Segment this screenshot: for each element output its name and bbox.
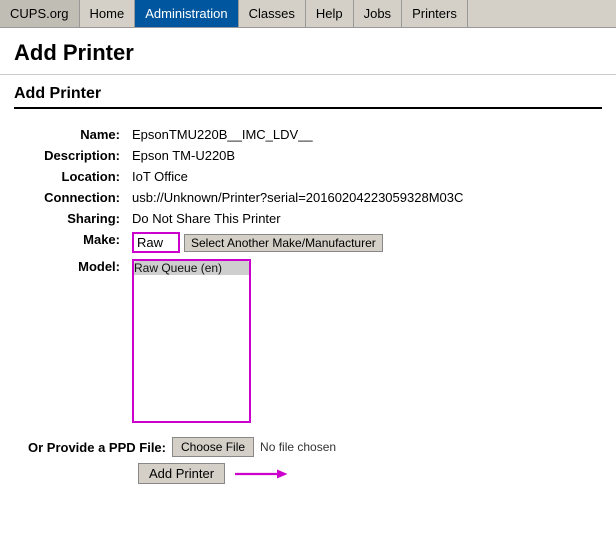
description-value: Epson TM-U220B [128, 146, 600, 165]
make-cell: Select Another Make/Manufacturer [128, 230, 600, 255]
sharing-value: Do Not Share This Printer [128, 209, 600, 228]
sharing-row: Sharing: Do Not Share This Printer [16, 209, 600, 228]
name-label: Name: [16, 125, 126, 144]
add-printer-section: Add Printer Name: EpsonTMU220B__IMC_LDV_… [0, 75, 616, 500]
name-value: EpsonTMU220B__IMC_LDV__ [128, 125, 600, 144]
nav-item-administration[interactable]: Administration [135, 0, 238, 27]
main-nav: CUPS.org Home Administration Classes Hel… [0, 0, 616, 28]
location-value: IoT Office [128, 167, 600, 186]
model-option[interactable]: Raw Queue (en) [134, 261, 249, 275]
make-row: Make: Select Another Make/Manufacturer [16, 230, 600, 255]
connection-value: usb://Unknown/Printer?serial=20160204223… [128, 188, 600, 207]
printer-form-table: Name: EpsonTMU220B__IMC_LDV__ Descriptio… [14, 123, 602, 427]
page-title-bar: Add Printer [0, 28, 616, 75]
select-make-button[interactable]: Select Another Make/Manufacturer [184, 234, 383, 252]
sharing-label: Sharing: [16, 209, 126, 228]
make-label: Make: [16, 230, 126, 255]
model-label: Model: [16, 257, 126, 425]
nav-item-classes[interactable]: Classes [239, 0, 306, 27]
nav-item-help[interactable]: Help [306, 0, 354, 27]
arrow-indicator [235, 464, 295, 484]
model-container: Raw Queue (en) [132, 259, 251, 423]
nav-item-home[interactable]: Home [80, 0, 136, 27]
location-label: Location: [16, 167, 126, 186]
arrow-icon [235, 464, 295, 484]
no-file-text: No file chosen [260, 440, 336, 454]
connection-label: Connection: [16, 188, 126, 207]
nav-brand[interactable]: CUPS.org [0, 0, 80, 27]
page-title: Add Printer [14, 40, 602, 66]
add-printer-button[interactable]: Add Printer [138, 463, 225, 484]
model-row: Model: Raw Queue (en) [16, 257, 600, 425]
ppd-label: Or Provide a PPD File: [28, 440, 166, 455]
submit-row: Add Printer [14, 457, 602, 490]
ppd-row: Or Provide a PPD File: Choose File No fi… [14, 437, 602, 457]
model-cell: Raw Queue (en) [128, 257, 600, 425]
location-row: Location: IoT Office [16, 167, 600, 186]
model-select[interactable]: Raw Queue (en) [134, 261, 249, 421]
section-title: Add Printer [14, 85, 602, 109]
make-input[interactable] [132, 232, 180, 253]
nav-item-jobs[interactable]: Jobs [354, 0, 402, 27]
make-field: Select Another Make/Manufacturer [132, 232, 383, 253]
choose-file-button[interactable]: Choose File [172, 437, 254, 457]
connection-row: Connection: usb://Unknown/Printer?serial… [16, 188, 600, 207]
description-label: Description: [16, 146, 126, 165]
description-row: Description: Epson TM-U220B [16, 146, 600, 165]
nav-item-printers[interactable]: Printers [402, 0, 468, 27]
name-row: Name: EpsonTMU220B__IMC_LDV__ [16, 125, 600, 144]
